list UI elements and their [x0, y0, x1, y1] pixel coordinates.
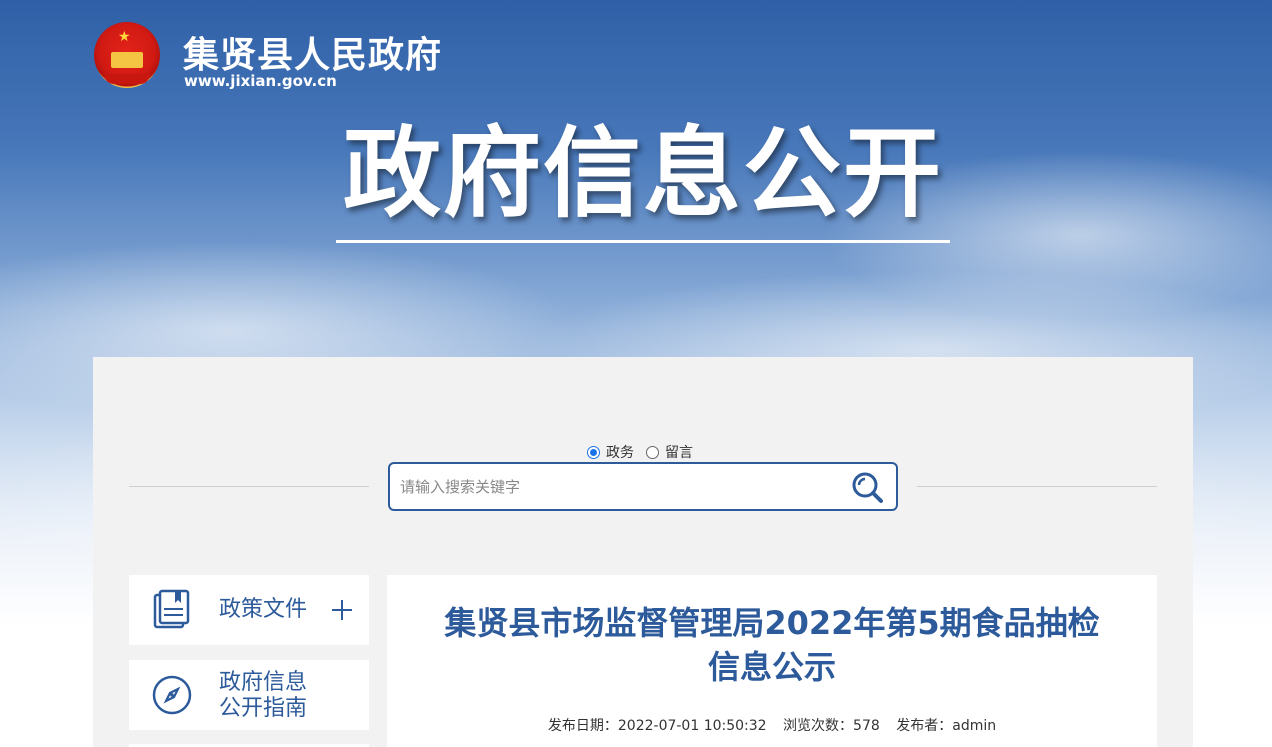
- search-icon: [852, 472, 883, 503]
- sidebar-item-label: 政策文件: [219, 597, 308, 622]
- document-icon: [151, 589, 193, 635]
- article-meta: 发布日期：2022-07-01 10:50:32 浏览次数：578 发布者：ad…: [387, 715, 1157, 735]
- radio-zhengwu-label[interactable]: 政务: [606, 442, 634, 462]
- sidebar-item-policy-docs[interactable]: 政策文件: [129, 575, 369, 645]
- site-url: www.jixian.gov.cn: [184, 72, 337, 90]
- search-bar: [388, 462, 898, 511]
- article-title-line2: 信息公示: [707, 648, 836, 686]
- national-emblem-logo[interactable]: ★: [94, 22, 162, 94]
- article-title: 集贤县市场监督管理局2022年第5期食品抽检 信息公示: [407, 601, 1137, 689]
- radio-liuyan[interactable]: [646, 445, 659, 459]
- view-count: 浏览次数：578: [783, 718, 880, 734]
- divider-right: [917, 486, 1157, 487]
- search-scope-radios: 政务 留言: [587, 443, 699, 461]
- publisher: 发布者：admin: [896, 718, 997, 734]
- publish-date: 发布日期：2022-07-01 10:50:32: [547, 718, 767, 734]
- search-button[interactable]: [850, 470, 886, 506]
- sidebar-item-label-line1: 政府信息: [219, 670, 308, 695]
- site-name[interactable]: 集贤县人民政府: [183, 26, 442, 78]
- sidebar-item-info-guide[interactable]: 政府信息 公开指南: [129, 660, 369, 730]
- divider-left: [129, 486, 369, 487]
- compass-icon: [151, 674, 193, 720]
- article-title-line1: 集贤县市场监督管理局2022年第5期食品抽检: [444, 604, 1100, 642]
- sidebar-item-label-line2: 公开指南: [219, 696, 308, 721]
- plus-icon[interactable]: [331, 599, 353, 621]
- radio-liuyan-label[interactable]: 留言: [665, 442, 693, 462]
- search-input[interactable]: [400, 473, 840, 501]
- radio-zhengwu[interactable]: [587, 445, 600, 459]
- title-underline: [336, 240, 950, 243]
- article-card: 集贤县市场监督管理局2022年第5期食品抽检 信息公示 发布日期：2022-07…: [387, 575, 1157, 747]
- page-title: 政府信息公开: [342, 117, 943, 231]
